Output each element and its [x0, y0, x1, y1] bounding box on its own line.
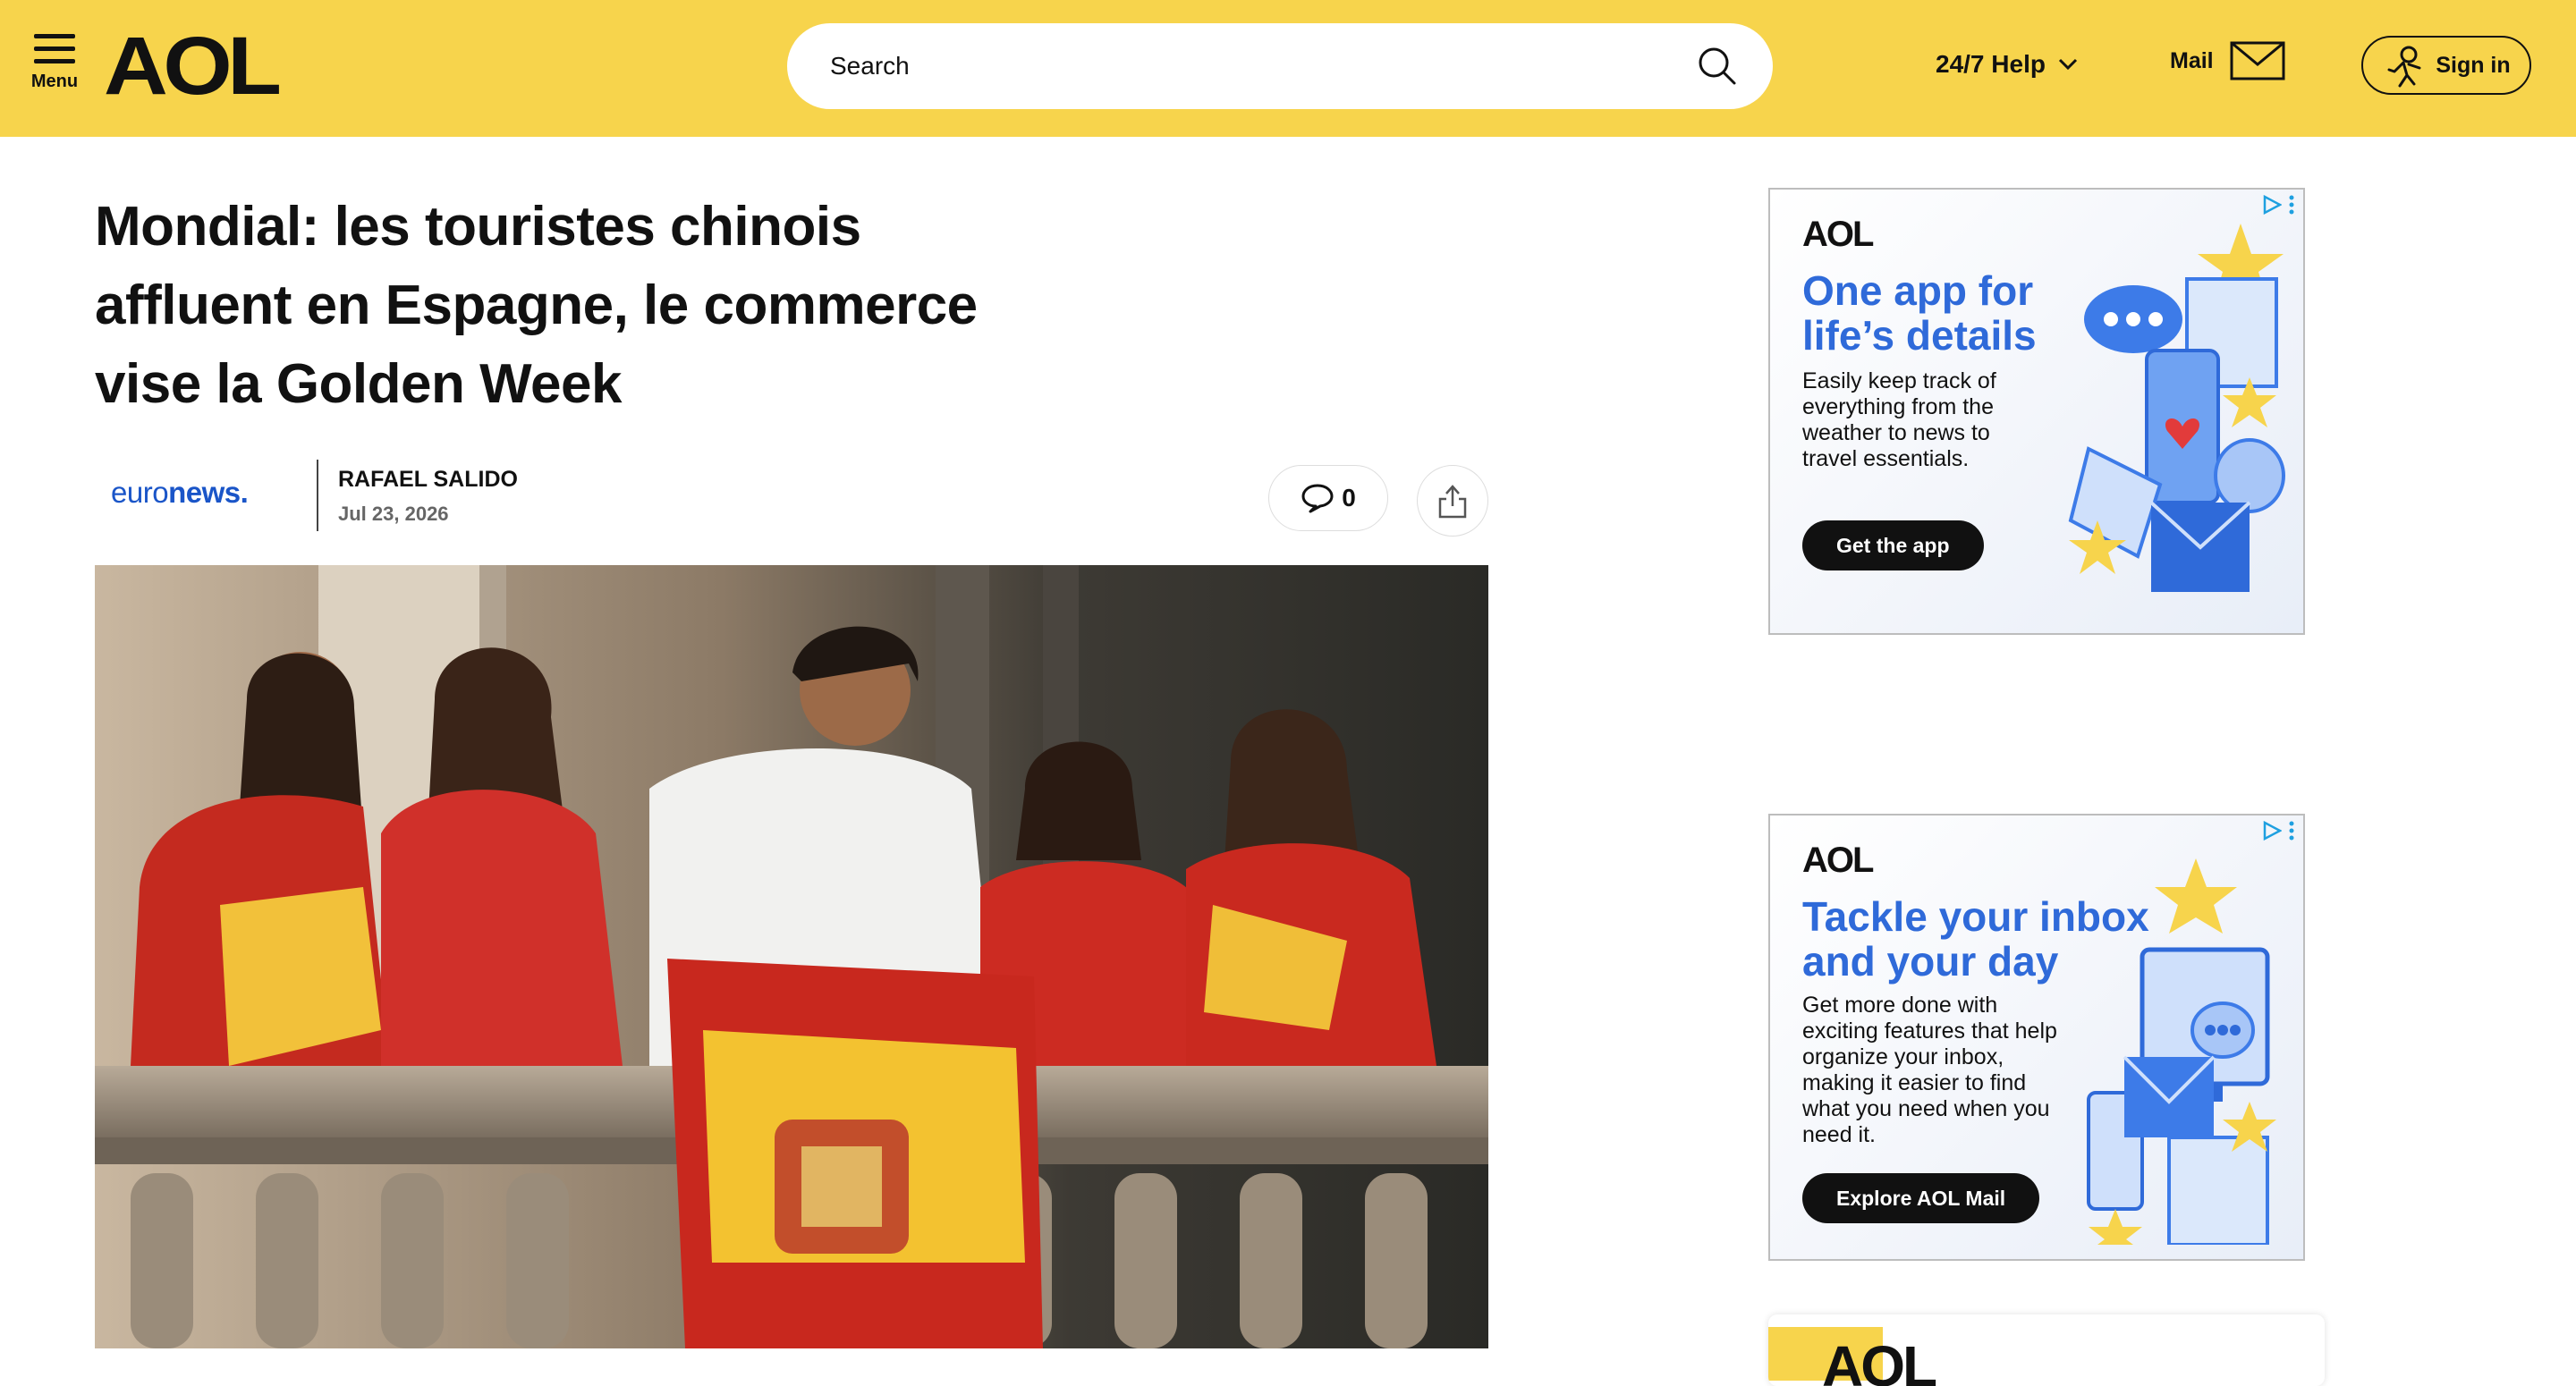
comment-icon — [1301, 484, 1334, 513]
search-input[interactable] — [830, 45, 1635, 88]
share-button[interactable] — [1417, 465, 1488, 537]
ad-body: Easily keep track of everything from the… — [1802, 368, 1996, 471]
article-hero-image — [95, 565, 1488, 1348]
menu-label: Menu — [30, 72, 79, 91]
mail-link[interactable]: Mail — [2170, 41, 2285, 80]
ad-aol-logo: AOL — [1822, 1334, 1937, 1386]
byline-divider — [317, 460, 318, 531]
comment-count: 0 — [1342, 484, 1356, 511]
ad-aol-logo: AOL — [1802, 841, 1874, 880]
explore-aol-mail-button[interactable]: Explore AOL Mail — [1802, 1173, 2040, 1223]
search-icon[interactable] — [1696, 45, 1739, 88]
comments-button[interactable]: 0 — [1268, 465, 1388, 531]
more-options-icon — [2289, 195, 2294, 215]
hamburger-icon-bar — [34, 59, 75, 63]
sign-in-label: Sign in — [2436, 52, 2511, 78]
mail-illustration-icon — [2087, 858, 2276, 1245]
search-bar — [787, 23, 1773, 109]
phone-illustration-icon — [2068, 224, 2285, 592]
share-icon — [1438, 485, 1467, 519]
top-header: Menu AOL 24/7 Help Mail Sign in — [0, 0, 2576, 137]
more-options-icon — [2289, 821, 2294, 841]
source-logo[interactable]: euronews. — [111, 476, 249, 510]
ad-choices-icon — [2263, 195, 2282, 215]
sign-in-button[interactable]: Sign in — [2361, 36, 2531, 95]
mail-label: Mail — [2170, 47, 2214, 73]
aol-logo[interactable]: AOL — [104, 25, 282, 107]
source-logo-prefix: euro — [111, 476, 169, 509]
ad-body: Get more done with exciting features tha… — [1802, 993, 2057, 1147]
menu-button[interactable]: Menu — [27, 34, 82, 102]
user-icon — [2387, 46, 2421, 88]
ad-choices[interactable] — [2262, 821, 2294, 841]
help-label: 24/7 Help — [1936, 50, 2046, 78]
sidebar-ad-bottom[interactable]: AOL — [1768, 1314, 2325, 1386]
envelope-icon — [2230, 41, 2285, 80]
help-dropdown[interactable]: 24/7 Help — [1936, 50, 2078, 79]
hamburger-icon-bar — [34, 46, 75, 51]
ad-title: One app for life’s details — [1802, 267, 2037, 359]
publish-date: Jul 23, 2026 — [338, 503, 449, 525]
get-the-app-button[interactable]: Get the app — [1802, 520, 1984, 570]
article-headline: Mondial: les touristes chinois affluent … — [95, 196, 978, 415]
chevron-down-icon — [2058, 58, 2078, 71]
sidebar-ad-mail[interactable]: AOL Tackle your inbox and your day Get m… — [1768, 814, 2305, 1261]
hamburger-icon — [34, 34, 75, 38]
ad-aol-logo: AOL — [1802, 215, 1874, 254]
author-name: RAFAEL SALIDO — [338, 467, 518, 492]
ad-choices-icon — [2263, 821, 2282, 841]
photo-fans-spain-flag-icon — [95, 565, 1488, 1348]
ad-choices[interactable] — [2262, 195, 2294, 215]
article-byline: euronews. RAFAEL SALIDO Jul 23, 2026 0 — [95, 458, 1490, 537]
sidebar-ad-app[interactable]: AOL One app for life’s details Easily ke… — [1768, 188, 2305, 635]
source-logo-suffix: news. — [168, 476, 249, 509]
